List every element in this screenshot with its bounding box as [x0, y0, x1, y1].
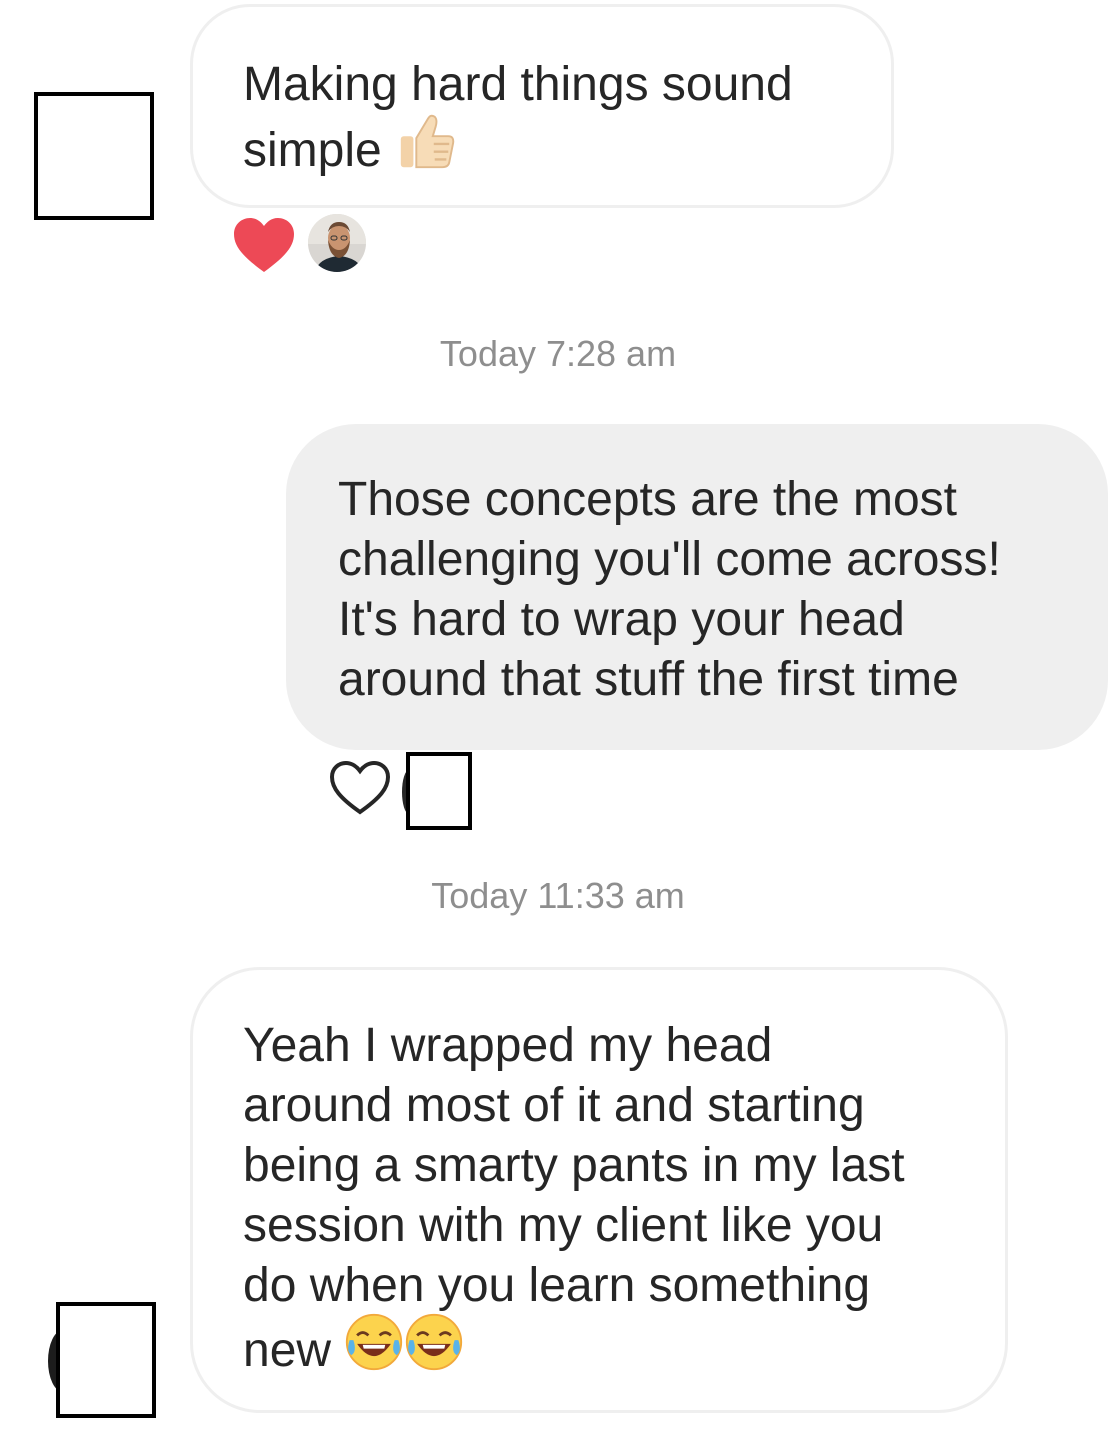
tears-of-joy-icon — [404, 1312, 464, 1387]
message-text-line: do when you learn something — [243, 1259, 871, 1312]
message-timestamp: Today 11:33 am — [431, 875, 685, 916]
message-text-line: simple — [243, 114, 891, 192]
message-text-line: session with my client like you — [243, 1199, 884, 1252]
message-text-line: around that stuff the first time — [338, 653, 959, 706]
message-text-fragment: simple — [243, 124, 382, 178]
message-reactions[interactable] — [232, 212, 372, 278]
message-text-line: new — [243, 1313, 1005, 1391]
message-text-line: Making hard things sound — [243, 58, 793, 111]
message-bubble-incoming[interactable]: Making hard things sound simple — [190, 4, 894, 208]
reactor-avatar — [306, 212, 368, 274]
message-text-line: Yeah I wrapped my head — [243, 1019, 773, 1072]
thumbs-up-light-skin-icon — [395, 111, 457, 188]
redacted-avatar — [56, 1302, 156, 1418]
message-text-line: around most of it and starting — [243, 1079, 865, 1132]
message-bubble-incoming[interactable]: Yeah I wrapped my head around most of it… — [190, 967, 1008, 1413]
redacted-avatar — [34, 92, 154, 220]
filled-heart-icon — [232, 216, 296, 281]
message-text-line: challenging you'll come across! — [338, 533, 1001, 586]
message-text-line: being a smarty pants in my last — [243, 1139, 905, 1192]
message-text-fragment: new — [243, 1324, 332, 1378]
message-bubble-outgoing[interactable]: Those concepts are the most challenging … — [286, 424, 1108, 750]
outline-heart-icon[interactable] — [328, 760, 392, 821]
redacted-reactor-avatar — [406, 752, 472, 830]
message-text-line: It's hard to wrap your head — [338, 593, 905, 646]
tears-of-joy-icon — [344, 1312, 404, 1387]
message-timestamp: Today 7:28 am — [439, 333, 677, 374]
message-text-line: Those concepts are the most — [338, 473, 957, 526]
